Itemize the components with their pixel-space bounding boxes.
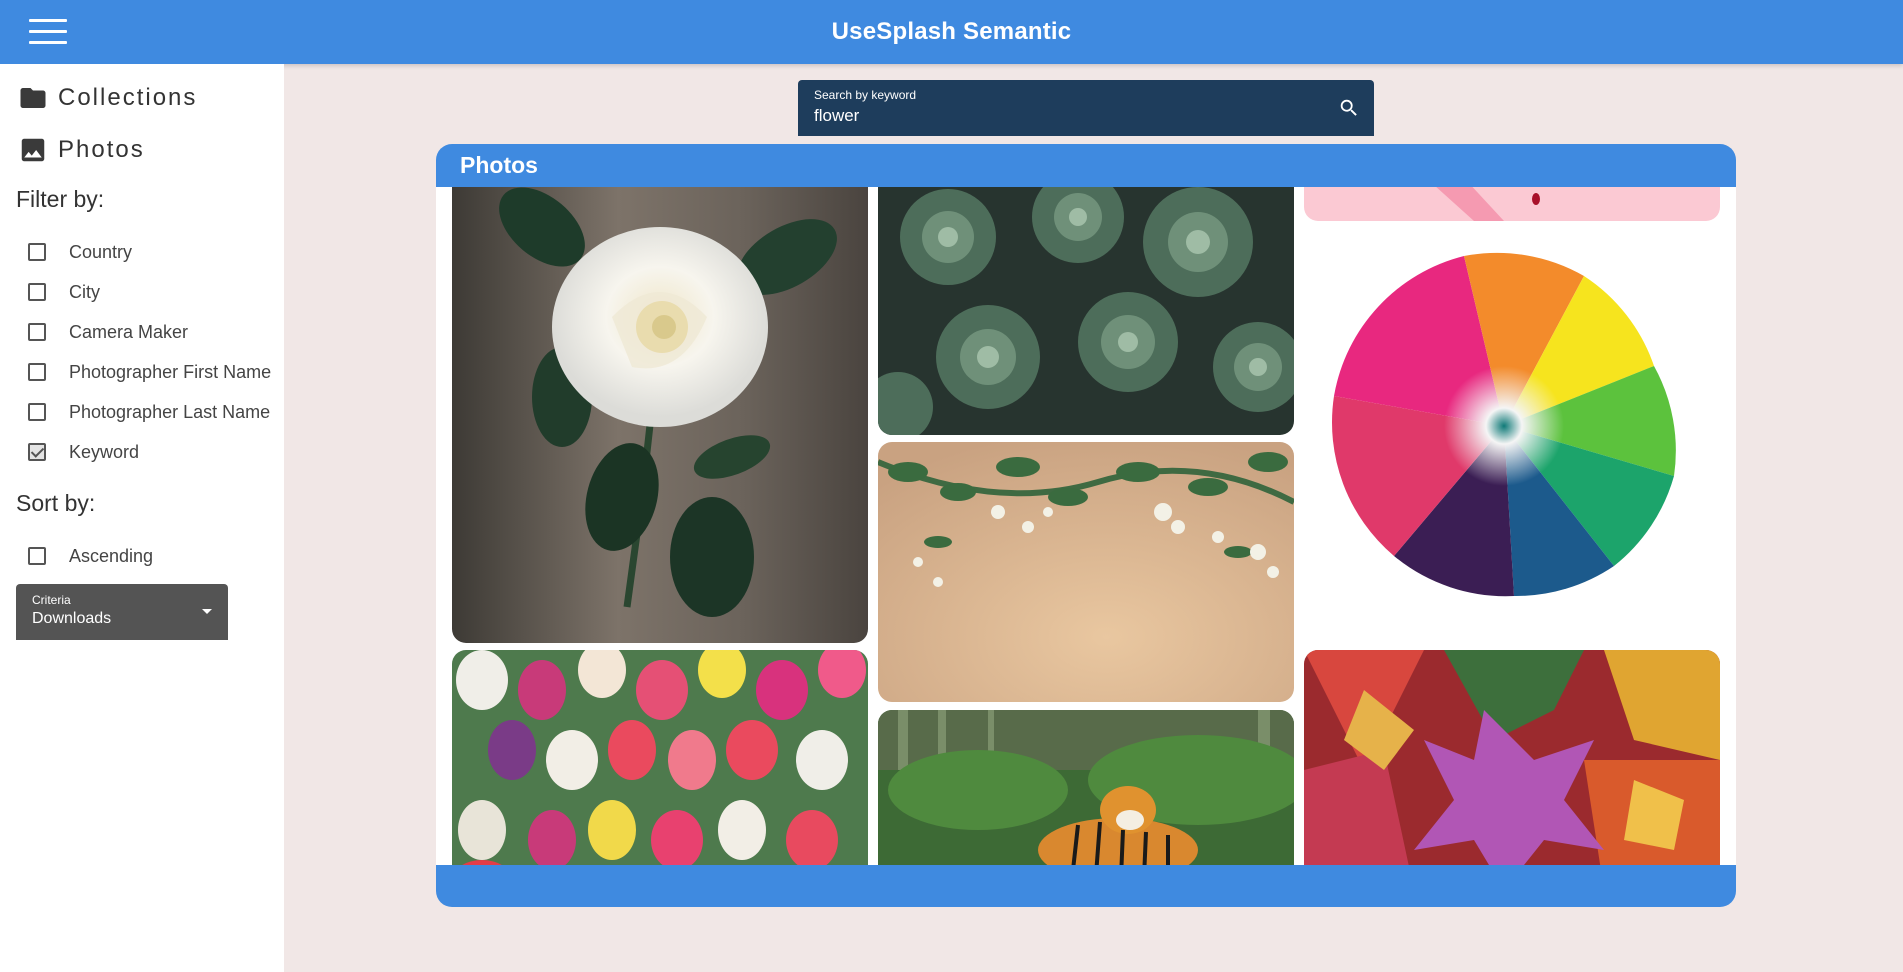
sort-by-title: Sort by:: [16, 490, 96, 516]
photo-pink[interactable]: [1304, 187, 1720, 221]
photo-autumn-leaves[interactable]: [1304, 650, 1720, 865]
filter-photographer-last-name[interactable]: Photographer Last Name: [28, 400, 270, 424]
nav-photos[interactable]: Photos: [18, 132, 145, 168]
search-icon[interactable]: [1338, 97, 1360, 119]
chevron-down-icon: [202, 609, 212, 614]
filter-keyword-label: Keyword: [69, 441, 140, 462]
photo-succulents[interactable]: [878, 187, 1294, 435]
criteria-caption: Criteria: [32, 593, 71, 607]
filter-photographer-last-name-label: Photographer Last Name: [69, 401, 271, 422]
app-title: UseSplash Semantic: [831, 18, 1072, 45]
criteria-select[interactable]: Criteria Downloads: [16, 584, 228, 640]
filter-city[interactable]: City: [28, 280, 100, 304]
filter-country-label: Country: [69, 241, 133, 262]
filter-keyword[interactable]: Keyword: [28, 440, 139, 464]
sort-ascending-checkbox[interactable]: [28, 547, 46, 565]
photos-panel-title: Photos: [460, 152, 538, 178]
photo-tiger[interactable]: [878, 710, 1294, 865]
search-field[interactable]: Search by keyword: [798, 80, 1374, 136]
filter-keyword-checkbox[interactable]: [28, 443, 46, 461]
photo-grid: [436, 187, 1736, 865]
filter-camera-maker-checkbox[interactable]: [28, 323, 46, 341]
criteria-value: Downloads: [32, 610, 112, 627]
filter-country[interactable]: Country: [28, 240, 132, 264]
filter-camera-maker-label: Camera Maker: [69, 321, 189, 342]
photo-rainbow-chrysanthemum[interactable]: [1304, 231, 1720, 631]
sort-ascending-label: Ascending: [69, 545, 154, 566]
sort-ascending[interactable]: Ascending: [28, 544, 153, 568]
photo-leaves-table[interactable]: [878, 442, 1294, 702]
photos-panel: Photos: [436, 144, 1736, 907]
filter-photographer-last-name-checkbox[interactable]: [28, 403, 46, 421]
photo-white-rose[interactable]: [452, 187, 868, 643]
filter-country-checkbox[interactable]: [28, 243, 46, 261]
image-icon: [21, 138, 45, 162]
app-header: UseSplash Semantic: [0, 0, 1903, 64]
nav-collections[interactable]: Collections: [18, 80, 197, 116]
sidebar: Collections Photos Filter by: Country Ci…: [0, 64, 284, 972]
folder-icon: [20, 88, 46, 108]
search-input[interactable]: [814, 106, 1314, 126]
nav-collections-label: Collections: [58, 84, 198, 111]
search-caption: Search by keyword: [814, 88, 917, 102]
filter-photographer-first-name-checkbox[interactable]: [28, 363, 46, 381]
filter-by-title: Filter by:: [16, 186, 105, 212]
filter-photographer-first-name-label: Photographer First Name: [69, 361, 272, 382]
filter-city-checkbox[interactable]: [28, 283, 46, 301]
photo-tulips[interactable]: [452, 650, 868, 865]
filter-camera-maker[interactable]: Camera Maker: [28, 320, 188, 344]
nav-photos-label: Photos: [58, 136, 145, 163]
filter-city-label: City: [69, 281, 100, 302]
filter-photographer-first-name[interactable]: Photographer First Name: [28, 360, 271, 384]
